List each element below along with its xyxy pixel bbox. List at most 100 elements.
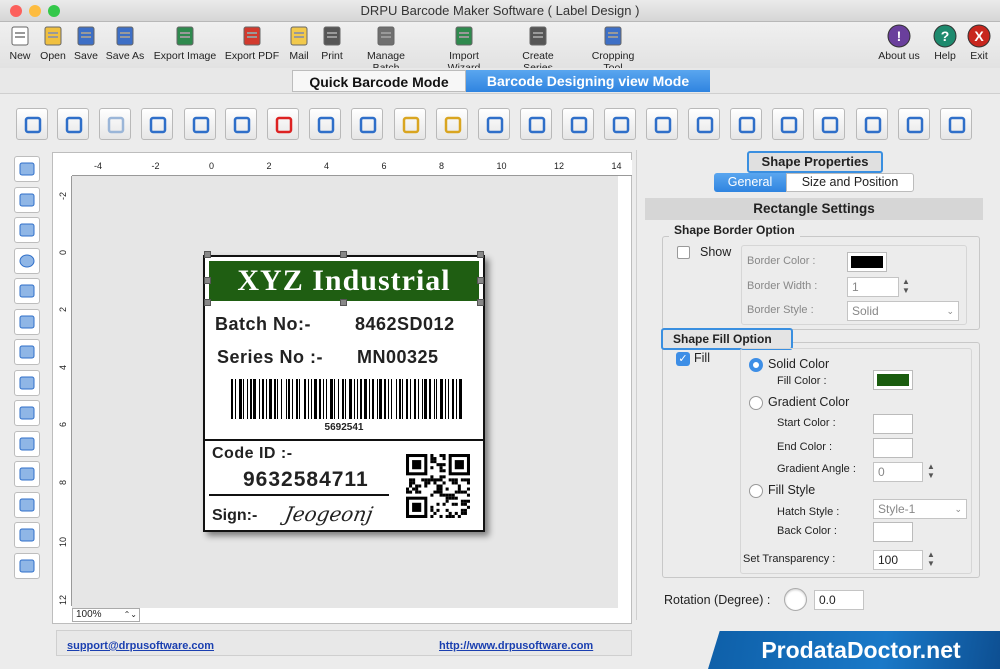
properties-button[interactable] [16,108,48,140]
line-tool[interactable] [14,156,40,182]
move-right-button[interactable] [520,108,552,140]
hatch-style-select[interactable]: Style-1 ⌄ [873,499,967,519]
move-left-button[interactable] [478,108,510,140]
label-divider [205,439,483,441]
rotation-dial[interactable] [784,588,807,611]
border-style-select[interactable]: Solid ⌄ [847,301,959,321]
rectangle-tool[interactable] [14,217,40,243]
close-window-button[interactable] [10,5,22,17]
image-tool[interactable] [14,461,40,487]
fill-color-swatch[interactable] [873,370,913,390]
resize-handle[interactable] [477,299,484,306]
rounded-rectangle-tool[interactable] [14,278,40,304]
lock-button[interactable] [394,108,426,140]
border-width-stepper[interactable]: ▲ ▼ [900,277,912,297]
code-id-label[interactable]: Code ID :- [212,445,293,463]
chevron-down-icon: ⌄ [954,504,962,514]
solid-color-radio[interactable] [749,358,763,372]
redo-button[interactable] [99,108,131,140]
horizontal-ruler: -4-202468101214161820 [72,160,794,176]
resize-handle[interactable] [204,251,211,258]
bring-front-button[interactable] [309,108,341,140]
resize-handle[interactable] [204,299,211,306]
barcode-number[interactable]: 5692541 [205,422,483,433]
undo-button[interactable] [57,108,89,140]
rotation-input[interactable]: 0.0 [814,590,864,610]
save-as-button[interactable]: Save As [93,24,157,62]
transparency-stepper[interactable]: ▲ ▼ [925,550,937,570]
copy-button[interactable] [184,108,216,140]
cropping-tool-button[interactable]: Cropping Tool [581,24,645,74]
send-back-button[interactable] [351,108,383,140]
sign-label[interactable]: Sign:- [212,507,257,525]
border-color-swatch[interactable] [847,252,887,272]
fill-style-radio[interactable] [749,484,763,498]
series-value[interactable]: MN00325 [357,347,439,368]
actual-size-button[interactable] [856,108,888,140]
exit-button[interactable]: X Exit [949,24,1000,62]
barcode-label[interactable]: XYZ Industrial Batch No:- 8462SD012 Seri… [203,251,485,532]
resize-handle[interactable] [204,277,211,284]
tab-size-position[interactable]: Size and Position [786,173,914,192]
code-id-value[interactable]: 9632584711 [243,468,369,492]
barcode-image[interactable] [229,379,463,419]
back-color-swatch[interactable] [873,522,913,542]
resize-handle[interactable] [477,251,484,258]
watermark-tool[interactable] [14,552,40,579]
transparency-input[interactable]: 100 [873,550,923,570]
menu-item-label: Exit [970,50,988,62]
batch-value[interactable]: 8462SD012 [355,314,455,335]
unlock-button[interactable] [436,108,468,140]
minimize-window-button[interactable] [29,5,41,17]
export-image-button[interactable]: Export Image [153,24,217,62]
gradient-angle-stepper[interactable]: ▲ ▼ [925,462,937,482]
gradient-color-radio[interactable] [749,396,763,410]
paste-button[interactable] [225,108,257,140]
website-link[interactable]: http://www.drpusoftware.com [439,640,593,652]
support-email-link[interactable]: support@drpusoftware.com [67,640,214,652]
resize-handle[interactable] [340,299,347,306]
zoom-in-button[interactable] [898,108,930,140]
signature[interactable]: Jeogeonj [283,502,375,526]
barcode-tool[interactable] [14,491,40,518]
import-wizard-button[interactable]: Import Wizard [432,24,496,74]
signature-tool[interactable] [14,522,40,548]
show-border-checkbox[interactable] [677,246,690,259]
create-series-button[interactable]: Create Series [506,24,570,74]
grid-button[interactable] [772,108,804,140]
series-label[interactable]: Series No :- [217,347,323,368]
star-tool[interactable] [14,369,40,396]
ellipse-tool[interactable] [14,247,40,274]
center-button[interactable] [646,108,678,140]
move-down-button[interactable] [604,108,636,140]
batch-label[interactable]: Batch No:- [215,314,311,335]
align-vertical-button[interactable] [688,108,720,140]
zoom-out-button[interactable] [940,108,972,140]
manage-batch-button[interactable]: Manage Batch [354,24,418,74]
end-color-swatch[interactable] [873,438,913,458]
resize-handle[interactable] [340,251,347,258]
page-setup-button[interactable] [813,108,845,140]
move-up-button[interactable] [562,108,594,140]
text-tool[interactable] [14,186,40,213]
align-horizontal-button[interactable] [730,108,762,140]
gradient-angle-input[interactable]: 0 [873,462,923,482]
burst-tool[interactable] [14,400,40,426]
resize-handle[interactable] [477,277,484,284]
border-width-input[interactable]: 1 [847,277,899,297]
fill-checkbox[interactable]: ✓ [676,352,690,366]
diamond-tool[interactable] [14,339,40,365]
zoom-window-button[interactable] [48,5,60,17]
quick-barcode-mode-tab[interactable]: Quick Barcode Mode [292,70,466,92]
ruler-tick-label: -2 [151,161,160,171]
cut-button[interactable] [141,108,173,140]
qr-code-image[interactable] [406,454,470,518]
delete-button[interactable] [267,108,299,140]
barcode-designing-mode-tab[interactable]: Barcode Designing view Mode [466,70,710,92]
label-header-text[interactable]: XYZ Industrial [209,261,479,301]
triangle-tool[interactable] [14,308,40,335]
tab-general[interactable]: General [714,173,786,192]
start-color-swatch[interactable] [873,414,913,434]
cross-star-tool[interactable] [14,430,40,457]
zoom-select[interactable]: 100% ⌃⌄ [72,608,140,622]
